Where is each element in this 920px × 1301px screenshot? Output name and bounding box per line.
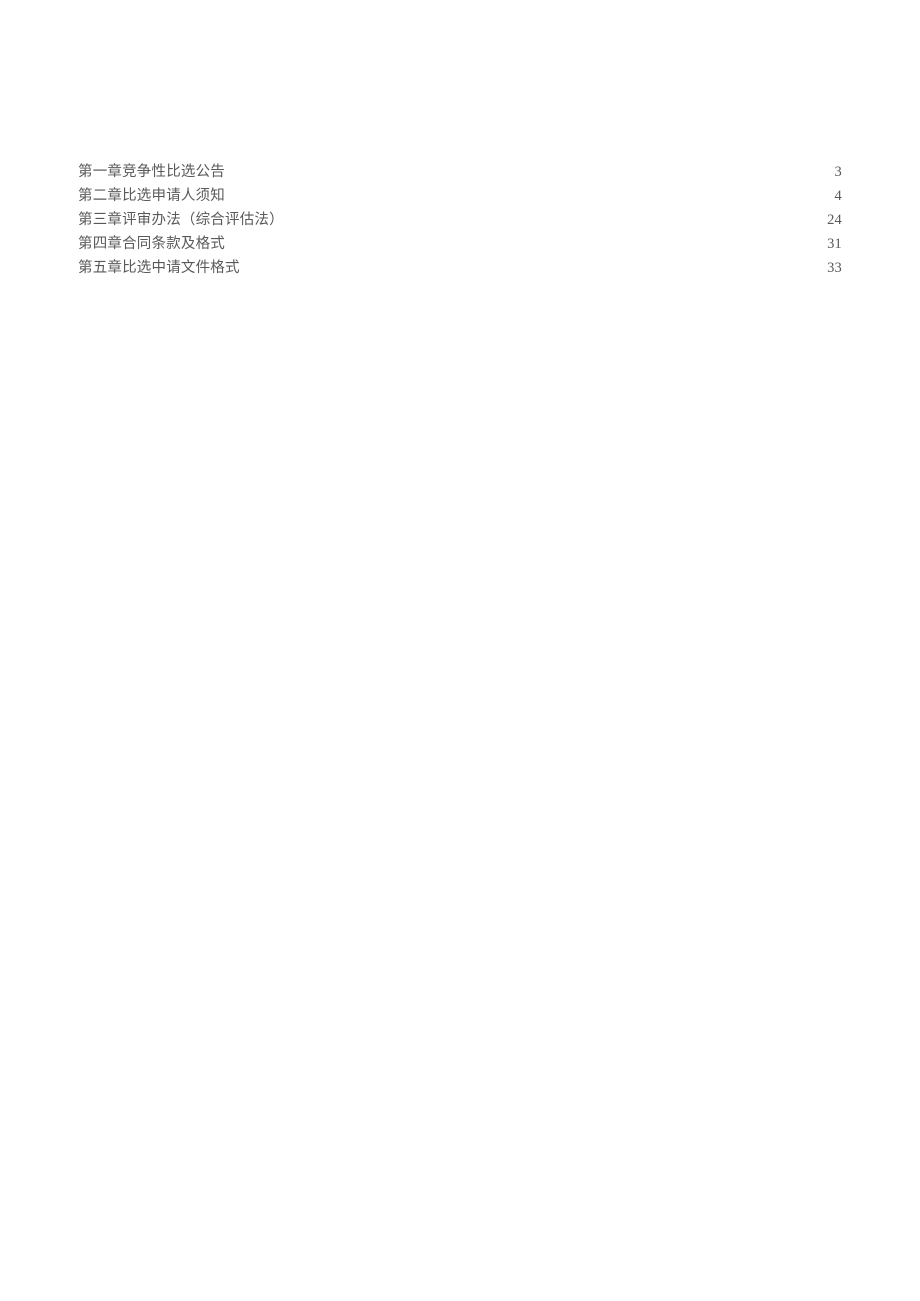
toc-entry-page: 31 [827, 236, 842, 253]
toc-entry-page: 24 [827, 212, 842, 229]
toc-entry-title: 第四章合同条款及格式 [78, 232, 225, 253]
toc-entry-title: 第五章比选中请文件格式 [78, 256, 240, 277]
toc-entry-title: 第一章竞争性比选公告 [78, 160, 225, 181]
toc-entry[interactable]: 第五章比选中请文件格式 33 [78, 256, 842, 280]
toc-entry[interactable]: 第一章竞争性比选公告 3 [78, 160, 842, 184]
toc-entry-page: 4 [835, 188, 842, 205]
toc-entry-page: 3 [835, 164, 842, 181]
toc-entry[interactable]: 第三章评审办法（综合评估法） 24 [78, 208, 842, 232]
toc-entry[interactable]: 第四章合同条款及格式 31 [78, 232, 842, 256]
toc-entry[interactable]: 第二章比选申请人须知 4 [78, 184, 842, 208]
toc-entry-title: 第三章评审办法（综合评估法） [78, 208, 284, 229]
toc-entry-title: 第二章比选申请人须知 [78, 184, 225, 205]
document-page: 第一章竞争性比选公告 3 第二章比选申请人须知 4 第三章评审办法（综合评估法）… [0, 0, 920, 280]
toc-entry-page: 33 [827, 260, 842, 277]
